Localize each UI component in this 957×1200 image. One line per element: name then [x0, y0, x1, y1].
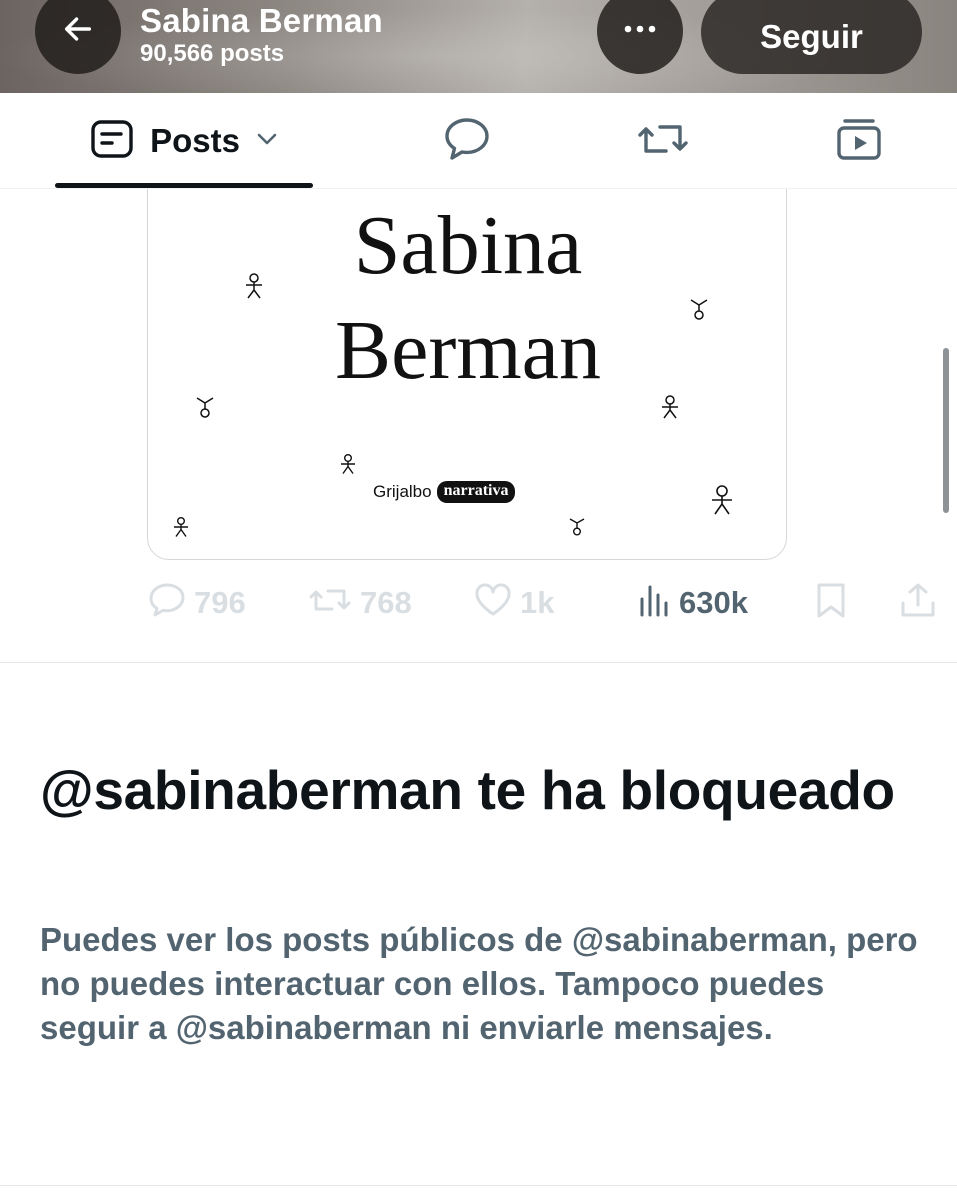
divider	[0, 662, 957, 663]
like-button[interactable]: 1k	[474, 575, 554, 630]
repost-button[interactable]: 768	[308, 575, 412, 630]
view-count: 630k	[679, 584, 748, 620]
reply-count: 796	[194, 584, 246, 620]
bookmark-icon	[815, 582, 847, 623]
header-title-block: Sabina Berman 90,566 posts	[140, 2, 383, 68]
stick-figure-icon	[569, 518, 585, 536]
profile-tabs: Posts	[0, 93, 957, 189]
share-button[interactable]	[900, 575, 936, 630]
reply-button[interactable]: 796	[148, 575, 246, 630]
tab-posts[interactable]: Posts	[55, 93, 313, 189]
publisher-logo: Grijalbo narrativa	[373, 481, 516, 503]
bar-chart-icon	[637, 583, 671, 622]
profile-header: Sabina Berman 90,566 posts Seguir	[0, 0, 957, 93]
tab-posts-label: Posts	[150, 122, 240, 159]
repost-count: 768	[360, 584, 412, 620]
like-count: 1k	[520, 584, 555, 620]
tab-media[interactable]	[812, 93, 906, 189]
stick-figure-icon	[712, 485, 732, 515]
blocked-title: @sabinaberman te ha bloqueado	[40, 759, 895, 821]
stick-figure-icon	[662, 395, 678, 419]
scrollbar[interactable]	[943, 348, 949, 513]
post-action-bar: 796 768 1k 630k	[0, 575, 957, 630]
chevron-down-icon[interactable]	[256, 132, 278, 151]
follow-button[interactable]: Seguir	[701, 0, 922, 74]
views-button[interactable]: 630k	[637, 575, 748, 630]
active-tab-indicator	[55, 183, 313, 188]
share-icon	[900, 582, 936, 623]
blocked-description: Puedes ver los posts públicos de @sabina…	[40, 921, 918, 1046]
video-media-icon	[835, 116, 883, 167]
post-count: 90,566 posts	[140, 40, 285, 67]
arrow-left-icon	[61, 12, 95, 51]
posts-list-icon	[90, 119, 134, 164]
tab-reposts[interactable]	[616, 93, 710, 189]
repost-icon	[636, 117, 690, 166]
stick-figure-icon	[341, 454, 355, 474]
heart-icon	[474, 583, 512, 622]
profile-name: Sabina Berman	[140, 2, 383, 39]
speech-bubble-icon	[443, 116, 491, 167]
stick-figure-icon	[174, 517, 188, 537]
repost-icon	[308, 583, 352, 622]
back-button[interactable]	[35, 0, 121, 74]
stick-figure-icon	[690, 299, 708, 320]
post-image[interactable]: Sabina Berman Grijalbo narrativa	[147, 150, 787, 560]
bookmark-button[interactable]	[815, 575, 847, 630]
tab-replies[interactable]	[420, 93, 514, 189]
divider	[0, 1185, 957, 1186]
stick-figure-icon	[246, 273, 262, 299]
more-button[interactable]	[597, 0, 683, 74]
publisher-name: Grijalbo	[373, 482, 432, 501]
more-horizontal-icon	[622, 22, 658, 40]
reply-icon	[148, 582, 186, 623]
stick-figure-icon	[196, 397, 214, 418]
publisher-badge: narrativa	[436, 481, 516, 503]
